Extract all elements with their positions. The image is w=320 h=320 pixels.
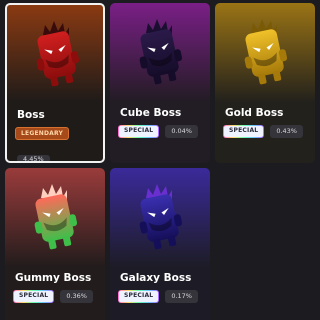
odds-pill: 4.45% — [17, 155, 50, 161]
cube-boss-creature-icon — [139, 19, 183, 85]
card-tag-row: SPECIAL 0.17% — [118, 290, 198, 303]
boss-collection-grid: Boss LEGENDARY 4.45% Cube Boss SPECIAL 0… — [0, 0, 320, 320]
boss-creature-icon — [36, 21, 80, 87]
galaxy-boss-creature-icon — [139, 184, 183, 250]
gummy-boss-card[interactable]: Gummy Boss SPECIAL 0.36% — [5, 168, 105, 320]
card-artwork — [215, 3, 315, 103]
rarity-badge: SPECIAL — [118, 290, 159, 303]
odds-pill: 0.36% — [60, 290, 93, 303]
gold-boss-card[interactable]: Gold Boss SPECIAL 0.43% — [215, 3, 315, 163]
card-title: Boss — [17, 109, 45, 121]
galaxy-boss-card[interactable]: Galaxy Boss SPECIAL 0.17% — [110, 168, 210, 320]
boss-card[interactable]: Boss LEGENDARY 4.45% — [5, 3, 105, 163]
card-title: Gummy Boss — [15, 272, 92, 284]
card-artwork — [7, 5, 103, 105]
odds-pill: 0.43% — [270, 125, 303, 138]
rarity-badge: LEGENDARY — [15, 127, 70, 140]
card-artwork — [5, 168, 105, 268]
card-title: Galaxy Boss — [120, 272, 192, 284]
cube-boss-card[interactable]: Cube Boss SPECIAL 0.04% — [110, 3, 210, 163]
rarity-badge: SPECIAL — [223, 125, 264, 138]
card-title: Gold Boss — [225, 107, 284, 119]
card-tag-row: SPECIAL 0.04% — [118, 125, 198, 138]
card-title: Cube Boss — [120, 107, 182, 119]
gummy-boss-creature-icon — [34, 184, 78, 250]
odds-pill: 0.17% — [165, 290, 198, 303]
card-tag-row: LEGENDARY — [15, 127, 70, 140]
rarity-badge: SPECIAL — [118, 125, 159, 138]
card-artwork — [110, 168, 210, 268]
card-artwork — [110, 3, 210, 103]
rarity-badge: SPECIAL — [13, 290, 54, 303]
card-tag-row: SPECIAL 0.43% — [223, 125, 303, 138]
odds-pill: 0.04% — [165, 125, 198, 138]
gold-boss-creature-icon — [244, 19, 288, 85]
card-odds-row: 4.45% — [17, 146, 50, 161]
card-tag-row: SPECIAL 0.36% — [13, 290, 93, 303]
